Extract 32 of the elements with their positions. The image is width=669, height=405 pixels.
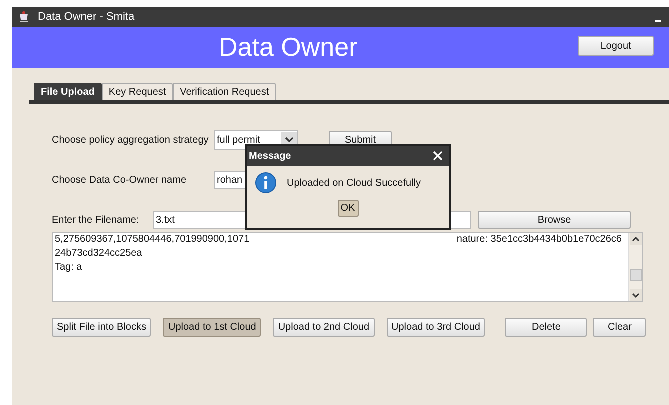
chevron-down-icon [284, 137, 294, 143]
tab[interactable]: Key Request [102, 83, 174, 100]
action-button[interactable]: Split File into Blocks [52, 318, 152, 337]
action-button[interactable]: Delete [505, 318, 588, 337]
action-button[interactable]: Upload to 2nd Cloud [273, 318, 375, 337]
dialog-message: Uploaded on Cloud Succefully [287, 178, 421, 188]
scrollbar[interactable] [628, 233, 642, 301]
scroll-thumb[interactable] [630, 269, 642, 281]
tab[interactable]: File Upload [34, 83, 102, 100]
window-title: Data Owner - Smita [38, 11, 136, 23]
close-icon[interactable] [433, 151, 443, 161]
action-button[interactable]: Clear [593, 318, 646, 337]
action-button[interactable]: Upload to 3rd Cloud [386, 318, 486, 337]
content-text-area[interactable]: 5,275609367,1075804446,701990900,1071 nature: 35e1cc3b4434b0b1e70c26c6 24b73cd324cc25ea Tag: a [52, 232, 643, 302]
chevron-down-icon [632, 292, 640, 298]
chevron-up-icon [632, 236, 640, 242]
action-button[interactable]: Upload to 1st Cloud [163, 318, 262, 337]
cup-icon [18, 11, 30, 23]
dialog-title: Message [249, 150, 292, 162]
info-icon [255, 172, 277, 194]
co-owner-label: Choose Data Co-Owner name [52, 174, 188, 186]
header-title: Data Owner [219, 32, 358, 63]
content-line: nature: 35e1cc3b4434b0b1e70c26c6 [456, 233, 622, 247]
content-line: 5,275609367,1075804446,701990900,1071 [55, 233, 250, 247]
tab[interactable]: Verification Request [173, 83, 276, 100]
ok-button[interactable]: OK [338, 200, 358, 217]
content-line: 24b73cd324cc25ea [55, 247, 144, 261]
logout-button[interactable]: Logout [578, 36, 654, 56]
content-line: Tag: a [55, 261, 84, 275]
browse-button[interactable]: Browse [478, 211, 631, 229]
filename-label: Enter the Filename: [52, 214, 140, 226]
policy-label: Choose policy aggregation strategy [52, 134, 210, 146]
